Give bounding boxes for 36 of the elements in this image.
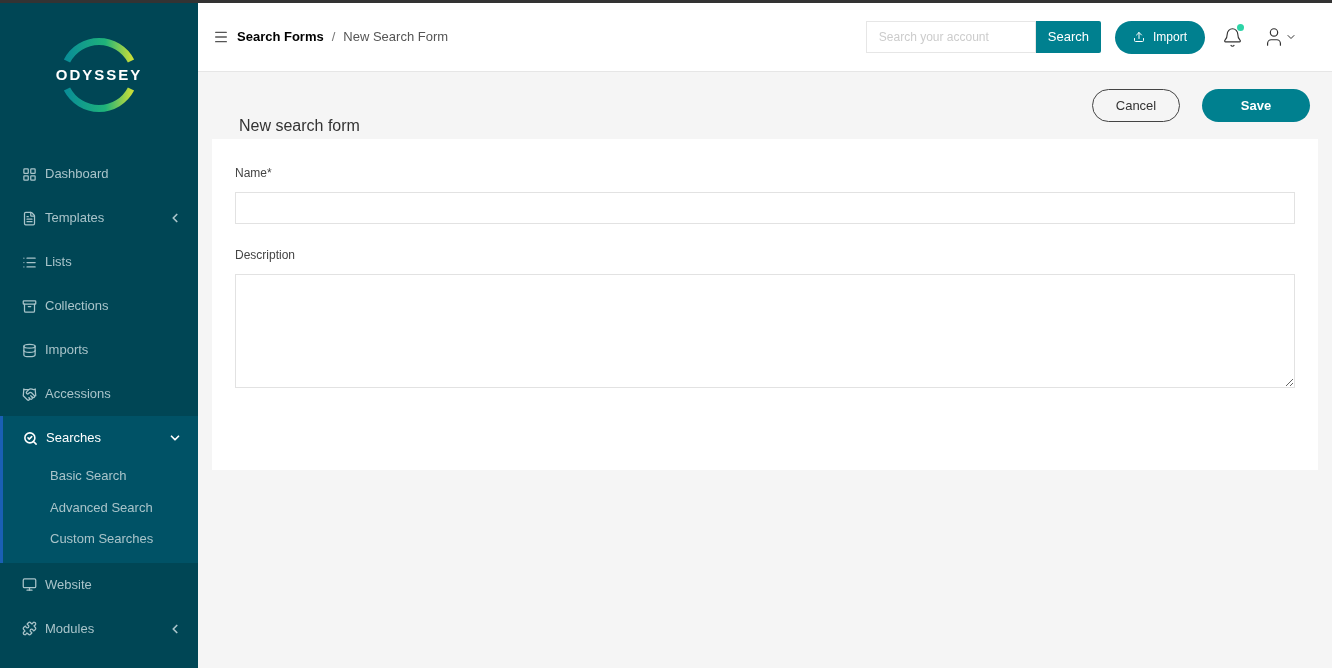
- search-icon: [23, 430, 38, 446]
- submenu-item[interactable]: Custom Searches: [3, 523, 198, 555]
- submenu-item[interactable]: Basic Search: [3, 460, 198, 492]
- bell-icon: [1222, 26, 1243, 48]
- list-icon: [22, 254, 37, 270]
- sidebar-item[interactable]: Templates: [0, 196, 198, 240]
- field-label: Name*: [235, 165, 273, 182]
- grid-icon: [22, 166, 37, 182]
- document-icon: [22, 210, 37, 226]
- save-button[interactable]: Save: [1202, 89, 1310, 122]
- breadcrumb-link[interactable]: Search Forms: [237, 27, 324, 47]
- sidebar-item[interactable]: Dashboard: [0, 152, 198, 196]
- puzzle-icon: [22, 621, 37, 636]
- sidebar-item[interactable]: Collections: [0, 284, 198, 328]
- sidebar-item[interactable]: Lists: [0, 240, 198, 284]
- sidebar-item[interactable]: Accessions: [0, 372, 198, 416]
- archive-box-icon: [22, 298, 37, 314]
- sidebar-item[interactable]: Website: [0, 562, 198, 607]
- page-title: New search form: [239, 116, 360, 136]
- breadcrumb-current: New Search Form: [343, 28, 449, 47]
- field-label: Description: [235, 247, 297, 264]
- monitor-icon: [22, 577, 37, 592]
- database-icon: [22, 342, 37, 358]
- search-button[interactable]: Search: [1035, 21, 1101, 53]
- submenu-item[interactable]: Advanced Search: [3, 491, 198, 523]
- name-field[interactable]: [235, 192, 1295, 224]
- sidebar-item[interactable]: Imports: [0, 328, 198, 372]
- upload-icon: [1133, 31, 1145, 43]
- sidebar-item[interactable]: Searches: [3, 416, 198, 460]
- handshake-icon: [22, 386, 37, 402]
- notification-button[interactable]: [1222, 26, 1243, 48]
- menu-icon[interactable]: [213, 29, 229, 45]
- description-field[interactable]: [235, 274, 1295, 388]
- sidebar-item[interactable]: Modules: [0, 606, 198, 651]
- import-button[interactable]: Import: [1115, 20, 1205, 54]
- breadcrumb-separator: /: [331, 28, 336, 47]
